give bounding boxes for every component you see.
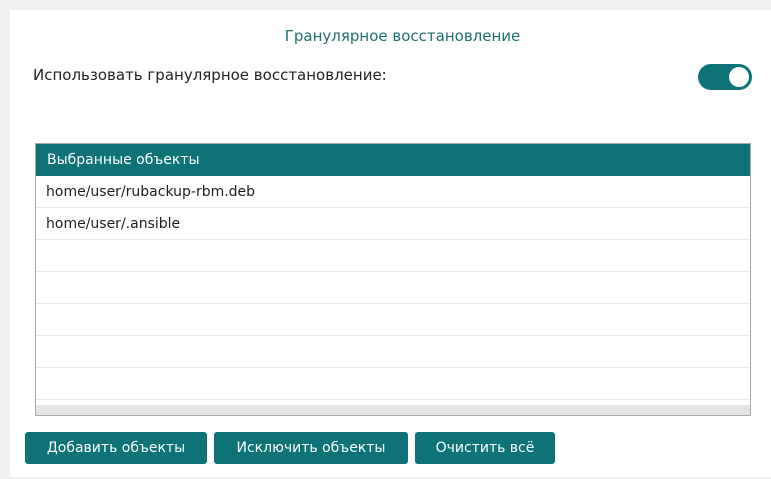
granular-restore-toggle[interactable] [698, 64, 752, 90]
table-row[interactable]: home/user/rubackup-rbm.deb [36, 176, 750, 208]
table-horizontal-scrollbar[interactable] [36, 405, 750, 415]
clear-all-button[interactable]: Очистить всё [415, 432, 555, 464]
table-header: Выбранные объекты [36, 144, 750, 176]
selected-objects-table: Выбранные объекты home/user/rubackup-rbm… [35, 143, 751, 416]
toggle-knob [729, 67, 749, 87]
section-title: Гранулярное восстановление [284, 27, 521, 45]
table-row[interactable]: home/user/.ansible [36, 208, 750, 240]
granular-restore-panel: Гранулярное восстановление Использовать … [10, 10, 771, 477]
add-objects-button[interactable]: Добавить объекты [25, 432, 207, 464]
granular-toggle-label: Использовать гранулярное восстановление: [33, 66, 387, 84]
exclude-objects-button[interactable]: Исключить объекты [214, 432, 408, 464]
table-row[interactable] [36, 368, 750, 400]
table-row[interactable] [36, 336, 750, 368]
table-row[interactable] [36, 304, 750, 336]
table-row[interactable] [36, 240, 750, 272]
table-row[interactable] [36, 272, 750, 304]
